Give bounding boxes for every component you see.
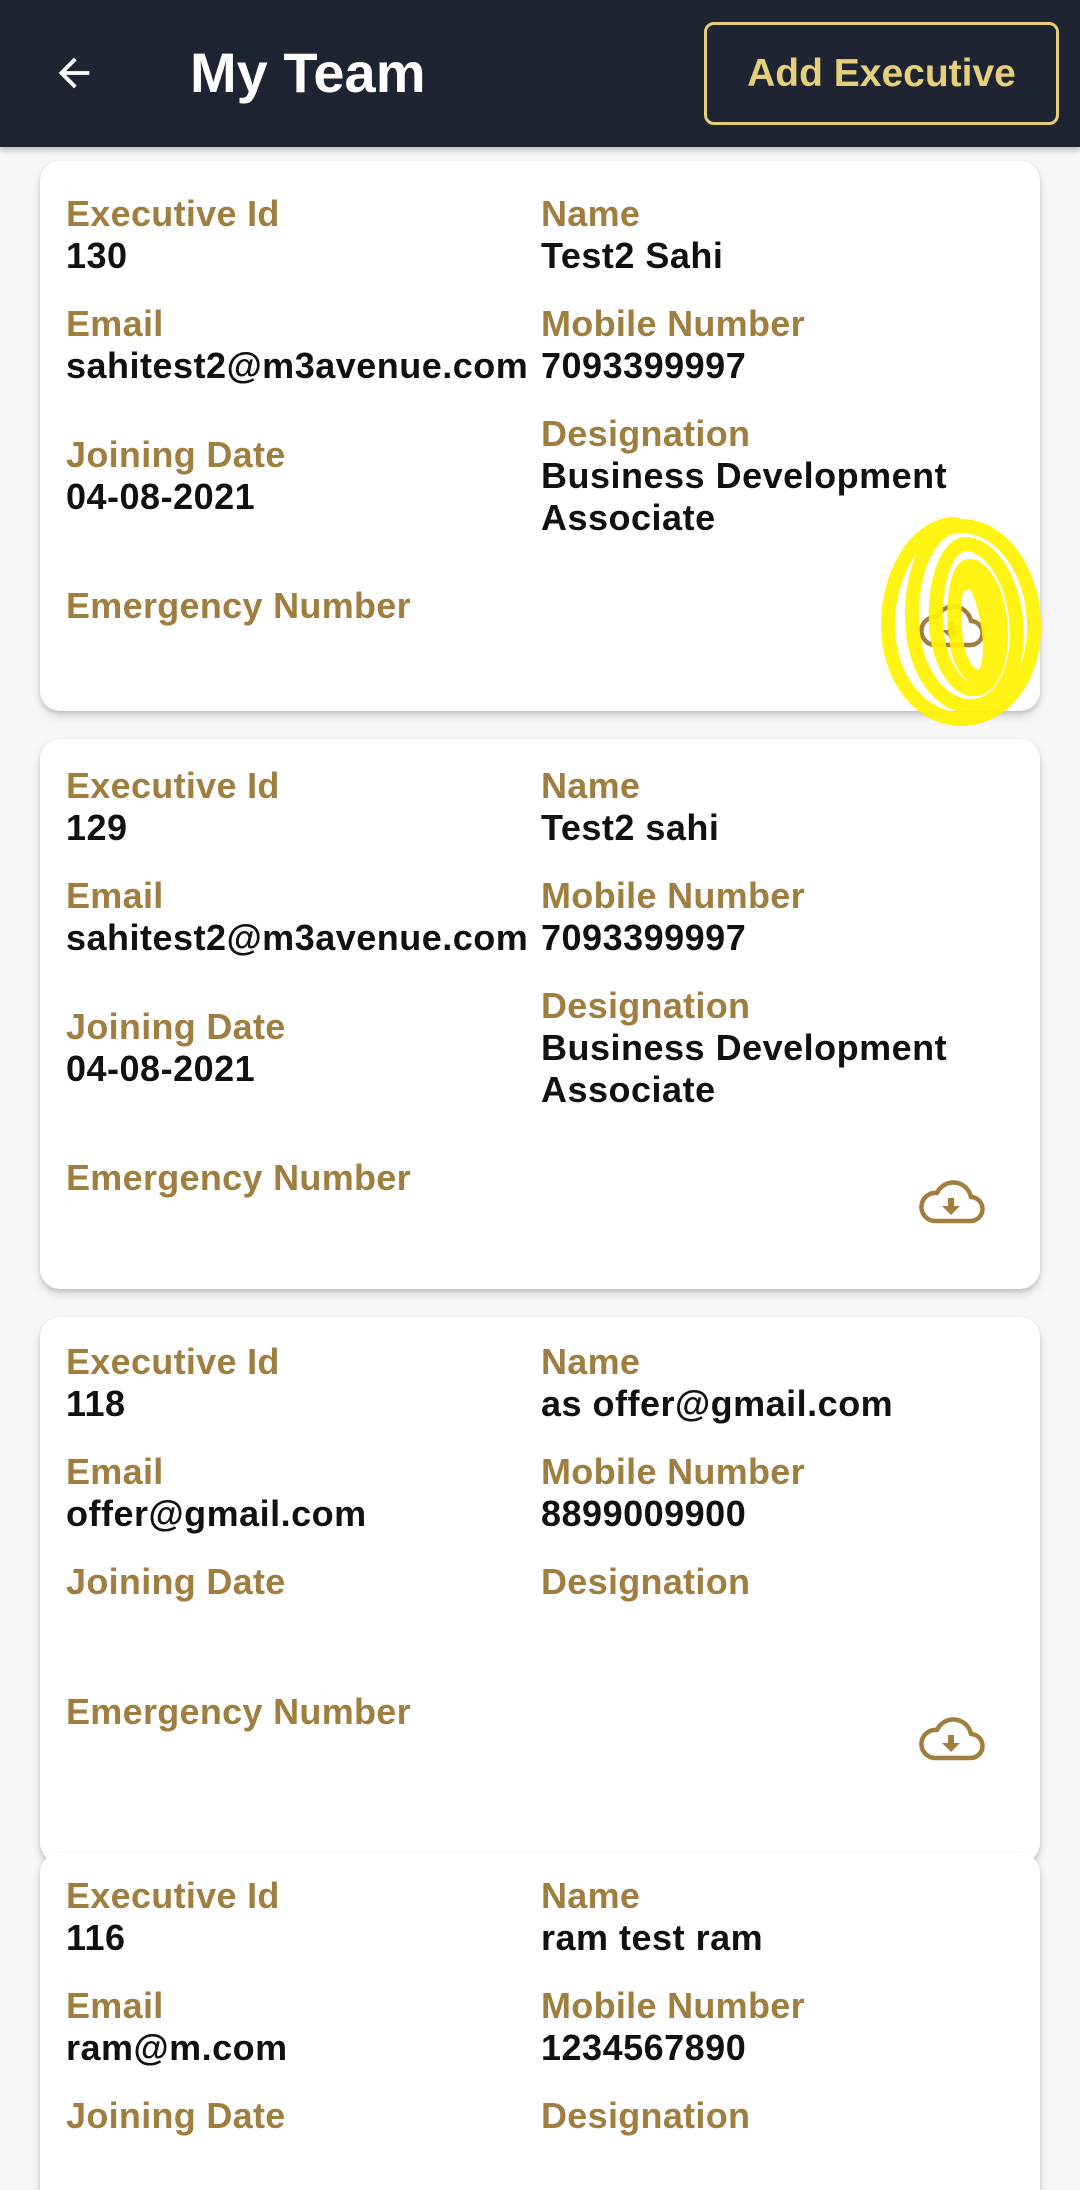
add-executive-button[interactable]: Add Executive	[704, 22, 1059, 125]
mobile-label: Mobile Number	[541, 303, 805, 344]
email-label: Email	[66, 1451, 164, 1492]
emergency-label: Emergency Number	[66, 585, 411, 626]
designation-value: Business Development Associate	[541, 1027, 948, 1110]
emergency-label: Emergency Number	[66, 1157, 411, 1198]
designation-field: Designation	[541, 1561, 750, 1603]
download-button[interactable]	[914, 1711, 988, 1767]
mobile-label: Mobile Number	[541, 1451, 805, 1492]
executive-id-field: Executive Id 118	[66, 1341, 280, 1425]
executive-id-field: Executive Id 116	[66, 1875, 280, 1959]
joining-date-field: Joining Date 04-08-2021	[66, 1006, 286, 1090]
executive-id-label: Executive Id	[66, 1341, 280, 1382]
executive-id-label: Executive Id	[66, 765, 280, 806]
cloud-download-icon	[919, 604, 985, 648]
emergency-label: Emergency Number	[66, 1691, 411, 1732]
name-label: Name	[541, 765, 641, 806]
name-value: Test2 Sahi	[541, 235, 724, 276]
joining-date-label: Joining Date	[66, 434, 286, 475]
executive-card: Executive Id 130 Name Test2 Sahi Email s…	[40, 161, 1040, 711]
executive-id-value: 118	[66, 1383, 126, 1424]
name-label: Name	[541, 1341, 641, 1382]
name-label: Name	[541, 193, 641, 234]
designation-label: Designation	[541, 2095, 751, 2136]
executive-id-value: 130	[66, 235, 128, 276]
mobile-value: 1234567890	[541, 2027, 747, 2068]
mobile-field: Mobile Number 8899009900	[541, 1451, 805, 1535]
mobile-label: Mobile Number	[541, 1985, 805, 2026]
joining-date-value: 04-08-2021	[66, 476, 256, 517]
back-button[interactable]	[46, 45, 102, 101]
mobile-label: Mobile Number	[541, 875, 805, 916]
designation-label: Designation	[541, 985, 751, 1026]
email-field: Email offer@gmail.com	[66, 1451, 367, 1535]
joining-date-label: Joining Date	[66, 1561, 286, 1602]
mobile-field: Mobile Number 1234567890	[541, 1985, 805, 2069]
designation-value: Business Development Associate	[541, 455, 948, 538]
email-label: Email	[66, 303, 164, 344]
executive-id-label: Executive Id	[66, 193, 280, 234]
executive-id-label: Executive Id	[66, 1875, 280, 1916]
executive-id-value: 116	[66, 1917, 126, 1958]
designation-field: Designation Business Development Associa…	[541, 985, 947, 1111]
name-value: as offer@gmail.com	[541, 1383, 894, 1424]
executive-id-value: 129	[66, 807, 128, 848]
download-button[interactable]	[914, 1174, 988, 1230]
executive-id-field: Executive Id 129	[66, 765, 280, 849]
executive-card: Executive Id 116 Name ram test ram Email…	[40, 1853, 1040, 2190]
name-value: ram test ram	[541, 1917, 764, 1958]
mobile-value: 7093399997	[541, 345, 747, 386]
name-field: Name Test2 sahi	[541, 765, 719, 849]
name-label: Name	[541, 1875, 641, 1916]
joining-date-field: Joining Date 04-08-2021	[66, 434, 286, 518]
designation-field: Designation	[541, 2095, 750, 2137]
emergency-field: Emergency Number	[66, 1691, 411, 1733]
emergency-field: Emergency Number	[66, 585, 411, 627]
executive-card: Executive Id 118 Name as offer@gmail.com…	[40, 1317, 1040, 1863]
cloud-download-icon	[919, 1717, 985, 1761]
app-bar: My Team Add Executive	[0, 0, 1080, 147]
email-label: Email	[66, 875, 164, 916]
email-value: sahitest2@m3avenue.com	[66, 917, 529, 958]
designation-label: Designation	[541, 413, 751, 454]
email-label: Email	[66, 1985, 164, 2026]
email-field: Email sahitest2@m3avenue.com	[66, 303, 528, 387]
designation-label: Designation	[541, 1561, 751, 1602]
name-field: Name Test2 Sahi	[541, 193, 723, 277]
cloud-download-icon	[919, 1180, 985, 1224]
mobile-value: 7093399997	[541, 917, 747, 958]
mobile-value: 8899009900	[541, 1493, 747, 1534]
designation-field: Designation Business Development Associa…	[541, 413, 947, 539]
download-button[interactable]	[914, 598, 988, 654]
joining-date-field: Joining Date	[66, 1561, 286, 1603]
email-value: offer@gmail.com	[66, 1493, 367, 1534]
executive-card: Executive Id 129 Name Test2 sahi Email s…	[40, 739, 1040, 1289]
mobile-field: Mobile Number 7093399997	[541, 303, 805, 387]
executive-list[interactable]: Executive Id 130 Name Test2 Sahi Email s…	[0, 147, 1080, 2190]
name-field: Name as offer@gmail.com	[541, 1341, 893, 1425]
joining-date-field: Joining Date	[66, 2095, 286, 2137]
name-field: Name ram test ram	[541, 1875, 763, 1959]
email-value: ram@m.com	[66, 2027, 288, 2068]
executive-id-field: Executive Id 130	[66, 193, 280, 277]
emergency-field: Emergency Number	[66, 1157, 411, 1199]
joining-date-label: Joining Date	[66, 2095, 286, 2136]
page-title: My Team	[190, 41, 426, 104]
mobile-field: Mobile Number 7093399997	[541, 875, 805, 959]
arrow-left-icon	[58, 57, 90, 89]
joining-date-value: 04-08-2021	[66, 1048, 256, 1089]
joining-date-label: Joining Date	[66, 1006, 286, 1047]
name-value: Test2 sahi	[541, 807, 720, 848]
email-value: sahitest2@m3avenue.com	[66, 345, 529, 386]
email-field: Email ram@m.com	[66, 1985, 288, 2069]
email-field: Email sahitest2@m3avenue.com	[66, 875, 528, 959]
